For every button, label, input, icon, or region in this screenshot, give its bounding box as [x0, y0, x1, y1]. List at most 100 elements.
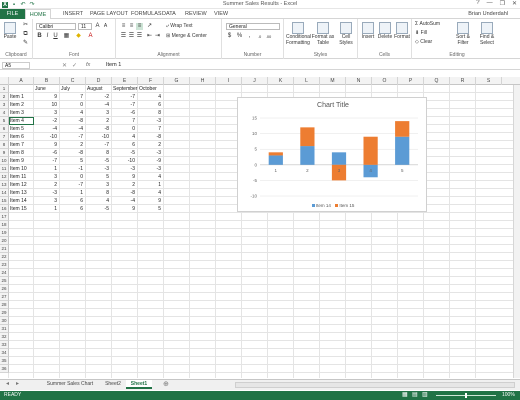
row-header-13[interactable]: 13 — [0, 181, 9, 189]
data-cell[interactable]: -3 — [138, 117, 164, 125]
data-cell[interactable]: -3 — [112, 165, 138, 173]
row-header-3[interactable]: 3 — [0, 101, 9, 109]
row-header-31[interactable]: 31 — [0, 325, 9, 333]
row-header-11[interactable]: 11 — [0, 165, 9, 173]
row-header-36[interactable]: 36 — [0, 365, 9, 373]
row-header-32[interactable]: 32 — [0, 333, 9, 341]
data-cell[interactable]: 3 — [34, 197, 60, 205]
data-cell[interactable]: -3 — [34, 189, 60, 197]
number-format-select[interactable]: General — [226, 23, 280, 30]
cell-styles-button[interactable]: Cell Styles — [336, 22, 356, 46]
font-name-select[interactable]: Calibri — [36, 23, 76, 30]
row-label-cell[interactable]: Item 5 — [9, 125, 34, 133]
row-label-cell[interactable]: Item 11 — [9, 173, 34, 181]
data-cell[interactable]: 0 — [60, 101, 86, 109]
comma-icon[interactable]: , — [246, 33, 253, 40]
format-as-table-button[interactable]: Format as Table — [311, 22, 335, 46]
horizontal-scrollbar[interactable] — [235, 382, 515, 388]
zoom-level[interactable]: 100% — [502, 391, 515, 400]
tab-file[interactable]: FILE — [0, 9, 25, 19]
data-cell[interactable]: -7 — [60, 133, 86, 141]
row-label-cell[interactable]: Item 12 — [9, 181, 34, 189]
data-cell[interactable]: 6 — [112, 141, 138, 149]
sort-filter-button[interactable]: Sort & Filter — [452, 22, 474, 46]
column-header-p[interactable]: P — [398, 77, 424, 85]
data-cell[interactable]: -9 — [138, 157, 164, 165]
data-cell[interactable]: 8 — [86, 189, 112, 197]
data-cell[interactable]: -8 — [60, 117, 86, 125]
row-header-18[interactable]: 18 — [0, 221, 9, 229]
data-cell[interactable]: -10 — [112, 157, 138, 165]
vertical-scrollbar[interactable] — [513, 85, 520, 378]
data-cell[interactable]: 3 — [34, 109, 60, 117]
select-all-corner[interactable] — [0, 77, 9, 85]
row-header-26[interactable]: 26 — [0, 285, 9, 293]
column-header-o[interactable]: O — [372, 77, 398, 85]
help-button[interactable]: ? — [476, 0, 479, 7]
row-header-34[interactable]: 34 — [0, 349, 9, 357]
data-cell[interactable]: 5 — [138, 205, 164, 213]
data-cell[interactable]: -7 — [34, 157, 60, 165]
row-header-9[interactable]: 9 — [0, 149, 9, 157]
data-cell[interactable]: 5 — [60, 157, 86, 165]
row-header-19[interactable]: 19 — [0, 229, 9, 237]
minimize-button[interactable]: — — [487, 0, 493, 7]
find-select-button[interactable]: Find & Select — [476, 22, 498, 46]
cancel-icon[interactable]: ✕ — [62, 62, 67, 69]
clear-button[interactable]: ◇ Clear — [415, 39, 432, 46]
column-header-b[interactable]: B — [34, 77, 60, 85]
row-header-35[interactable]: 35 — [0, 357, 9, 365]
name-box[interactable]: A5 — [2, 62, 30, 69]
align-bottom-icon[interactable]: ≡ — [136, 23, 143, 30]
autosum-button[interactable]: Σ AutoSum — [415, 21, 440, 28]
row-header-30[interactable]: 30 — [0, 317, 9, 325]
row-label-cell[interactable]: Item 3 — [9, 109, 34, 117]
data-cell[interactable]: 9 — [34, 93, 60, 101]
chart-legend[interactable]: Item 14 Item 15 — [238, 203, 428, 208]
tab-insert[interactable]: INSERT — [63, 11, 83, 17]
column-label-cell[interactable]: July — [60, 85, 86, 93]
row-header-27[interactable]: 27 — [0, 293, 9, 301]
row-header-25[interactable]: 25 — [0, 277, 9, 285]
data-cell[interactable]: -8 — [86, 125, 112, 133]
tab-formulas[interactable]: FORMULAS — [131, 11, 162, 17]
data-cell[interactable]: -3 — [138, 149, 164, 157]
row-label-cell[interactable]: Item 6 — [9, 133, 34, 141]
row-label-cell[interactable]: Item 7 — [9, 141, 34, 149]
data-cell[interactable]: 3 — [34, 173, 60, 181]
sheet-tab-sheet2[interactable]: Sheet2 — [101, 380, 125, 389]
row-header-10[interactable]: 10 — [0, 157, 9, 165]
data-cell[interactable]: -8 — [112, 189, 138, 197]
data-cell[interactable]: -5 — [112, 149, 138, 157]
data-cell[interactable]: -5 — [86, 205, 112, 213]
grow-font-icon[interactable]: A — [94, 23, 101, 30]
row-label-cell[interactable]: Item 2 — [9, 101, 34, 109]
row-header-6[interactable]: 6 — [0, 125, 9, 133]
column-header-g[interactable]: G — [164, 77, 190, 85]
column-header-c[interactable]: C — [60, 77, 86, 85]
column-header-l[interactable]: L — [294, 77, 320, 85]
merge-center-button[interactable]: ⊞ Merge & Center — [166, 33, 207, 40]
close-button[interactable]: ✕ — [512, 0, 517, 7]
chart[interactable]: Chart Title -10 -5 0 5 10 15 1 2 3 4 5 Item 14 Ite… — [237, 97, 427, 212]
column-header-e[interactable]: E — [112, 77, 138, 85]
row-header-15[interactable]: 15 — [0, 197, 9, 205]
data-cell[interactable]: 2 — [112, 181, 138, 189]
conditional-formatting-button[interactable]: Conditional Formatting — [286, 22, 311, 46]
italic-icon[interactable]: I — [44, 33, 51, 40]
row-label-cell[interactable]: Item 8 — [9, 149, 34, 157]
shrink-font-icon[interactable]: A — [102, 23, 109, 30]
data-cell[interactable]: 2 — [34, 181, 60, 189]
row-header-2[interactable]: 2 — [0, 93, 9, 101]
data-cell[interactable]: 1 — [138, 181, 164, 189]
row-header-5[interactable]: 5 — [0, 117, 9, 125]
data-cell[interactable]: -2 — [86, 93, 112, 101]
increase-indent-icon[interactable]: ⇥ — [154, 33, 161, 40]
data-cell[interactable]: -10 — [34, 133, 60, 141]
underline-icon[interactable]: U — [52, 33, 59, 40]
data-cell[interactable]: 7 — [112, 117, 138, 125]
row-header-33[interactable]: 33 — [0, 341, 9, 349]
column-label-cell[interactable]: June — [34, 85, 60, 93]
percent-icon[interactable]: % — [236, 33, 243, 40]
data-cell[interactable]: 4 — [112, 133, 138, 141]
